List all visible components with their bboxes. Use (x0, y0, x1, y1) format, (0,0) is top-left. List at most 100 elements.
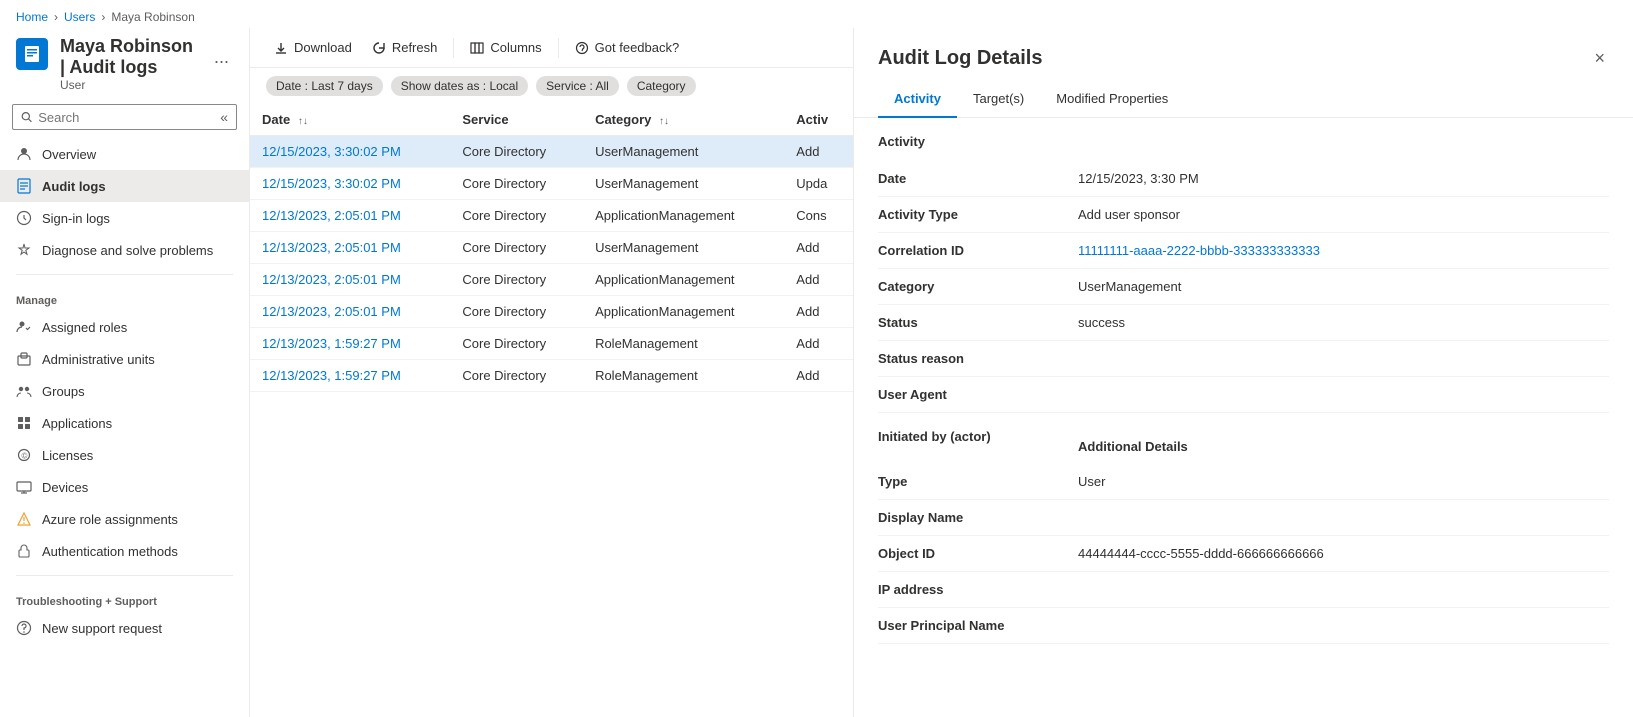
sidebar-item-groups[interactable]: Groups (0, 375, 249, 407)
cell-activity: Add (784, 360, 853, 392)
audit-panel: Download Refresh Columns Got feedback? (250, 28, 853, 717)
sidebar-item-licenses[interactable]: © Licenses (0, 439, 249, 471)
detail-row-object-id: Object ID 44444444-cccc-5555-dddd-666666… (878, 536, 1609, 572)
cell-service: Core Directory (450, 136, 583, 168)
sort-icon-date: ↑↓ (298, 116, 308, 127)
sidebar-item-auth-methods[interactable]: Authentication methods (0, 535, 249, 567)
detail-row-type: Type User (878, 464, 1609, 500)
feedback-button[interactable]: Got feedback? (567, 36, 688, 59)
filter-date[interactable]: Date : Last 7 days (266, 76, 383, 96)
activity-section-title: Activity (878, 118, 1609, 161)
sidebar-item-devices[interactable]: Devices (0, 471, 249, 503)
table-row[interactable]: 12/13/2023, 2:05:01 PM Core Directory Ap… (250, 296, 853, 328)
filter-bar: Date : Last 7 days Show dates as : Local… (250, 68, 853, 104)
sidebar-header: Maya Robinson | Audit logs ... User (0, 28, 249, 104)
cell-activity: Add (784, 328, 853, 360)
manage-section-label: Manage (0, 283, 249, 311)
sidebar-item-assigned-roles[interactable]: Assigned roles (0, 311, 249, 343)
content-area: Download Refresh Columns Got feedback? (250, 28, 1633, 717)
table-row[interactable]: 12/13/2023, 1:59:27 PM Core Directory Ro… (250, 328, 853, 360)
search-input[interactable] (38, 110, 214, 125)
cell-category: RoleManagement (583, 328, 784, 360)
cell-date: 12/13/2023, 2:05:01 PM (250, 264, 450, 296)
cell-category: UserManagement (583, 136, 784, 168)
table-body: 12/15/2023, 3:30:02 PM Core Directory Us… (250, 136, 853, 392)
support-icon (16, 620, 32, 636)
table-row[interactable]: 12/13/2023, 2:05:01 PM Core Directory Ap… (250, 200, 853, 232)
sidebar-item-admin-units[interactable]: Administrative units (0, 343, 249, 375)
tab-targets[interactable]: Target(s) (957, 81, 1040, 118)
cell-activity: Add (784, 232, 853, 264)
cell-service: Core Directory (450, 296, 583, 328)
audit-logs-icon (16, 178, 32, 194)
groups-icon (16, 383, 32, 399)
table-row[interactable]: 12/13/2023, 2:05:01 PM Core Directory Us… (250, 232, 853, 264)
tab-activity[interactable]: Activity (878, 81, 957, 118)
cell-category: ApplicationManagement (583, 296, 784, 328)
overview-icon (16, 146, 32, 162)
search-icon (21, 110, 32, 124)
table-row[interactable]: 12/13/2023, 1:59:27 PM Core Directory Ro… (250, 360, 853, 392)
diagnose-icon (16, 242, 32, 258)
cell-service: Core Directory (450, 328, 583, 360)
cell-date: 12/13/2023, 2:05:01 PM (250, 296, 450, 328)
detail-tabs: Activity Target(s) Modified Properties (854, 81, 1633, 118)
cell-activity: Add (784, 136, 853, 168)
col-category[interactable]: Category ↑↓ (583, 104, 784, 136)
filter-show-dates[interactable]: Show dates as : Local (391, 76, 528, 96)
detail-row-upn: User Principal Name (878, 608, 1609, 644)
cell-activity: Add (784, 264, 853, 296)
table-row[interactable]: 12/15/2023, 3:30:02 PM Core Directory Us… (250, 136, 853, 168)
detail-header: Audit Log Details × (854, 28, 1633, 73)
sidebar-item-azure-roles[interactable]: Azure role assignments (0, 503, 249, 535)
cell-date: 12/15/2023, 3:30:02 PM (250, 168, 450, 200)
more-button[interactable]: ... (210, 47, 233, 68)
cell-service: Core Directory (450, 232, 583, 264)
table-row[interactable]: 12/15/2023, 3:30:02 PM Core Directory Us… (250, 168, 853, 200)
search-box[interactable]: « (12, 104, 237, 130)
detail-panel: Audit Log Details × Activity Target(s) M… (853, 28, 1633, 717)
detail-row-status-reason: Status reason (878, 341, 1609, 377)
detail-row-correlation-id: Correlation ID 11111111-aaaa-2222-bbbb-3… (878, 233, 1609, 269)
filter-service[interactable]: Service : All (536, 76, 619, 96)
collapse-button[interactable]: « (220, 109, 228, 125)
columns-icon (470, 41, 484, 55)
columns-button[interactable]: Columns (462, 36, 549, 59)
refresh-button[interactable]: Refresh (364, 36, 446, 59)
detail-row-ip: IP address (878, 572, 1609, 608)
col-date[interactable]: Date ↑↓ (250, 104, 450, 136)
download-button[interactable]: Download (266, 36, 360, 59)
auth-icon (16, 543, 32, 559)
detail-row-date: Date 12/15/2023, 3:30 PM (878, 161, 1609, 197)
licenses-icon: © (16, 447, 32, 463)
table-row[interactable]: 12/13/2023, 2:05:01 PM Core Directory Ap… (250, 264, 853, 296)
sort-icon-category: ↑↓ (659, 116, 669, 127)
col-activity[interactable]: Activ (784, 104, 853, 136)
page-title: Maya Robinson | Audit logs ... (60, 36, 233, 78)
col-service[interactable]: Service (450, 104, 583, 136)
breadcrumb-home[interactable]: Home (16, 10, 48, 24)
tab-modified[interactable]: Modified Properties (1040, 81, 1184, 118)
sidebar-item-support[interactable]: New support request (0, 612, 249, 644)
sidebar-item-audit-logs[interactable]: Audit logs (0, 170, 249, 202)
cell-activity: Cons (784, 200, 853, 232)
cell-service: Core Directory (450, 200, 583, 232)
additional-details-button[interactable]: Additional Details (1078, 429, 1188, 454)
sidebar-item-signin-logs[interactable]: Sign-in logs (0, 202, 249, 234)
sidebar-item-applications[interactable]: Applications (0, 407, 249, 439)
breadcrumb: Home › Users › Maya Robinson (0, 0, 1633, 28)
sidebar-item-overview[interactable]: Overview (0, 138, 249, 170)
cell-date: 12/13/2023, 1:59:27 PM (250, 328, 450, 360)
sidebar-item-diagnose[interactable]: Diagnose and solve problems (0, 234, 249, 266)
detail-row-status: Status success (878, 305, 1609, 341)
breadcrumb-current: Maya Robinson (111, 10, 194, 24)
troubleshoot-label: Troubleshooting + Support (0, 584, 249, 612)
filter-category[interactable]: Category (627, 76, 696, 96)
cell-activity: Upda (784, 168, 853, 200)
cell-date: 12/13/2023, 2:05:01 PM (250, 232, 450, 264)
close-button[interactable]: × (1590, 44, 1609, 73)
devices-icon (16, 479, 32, 495)
breadcrumb-users[interactable]: Users (64, 10, 95, 24)
detail-row-user-agent: User Agent (878, 377, 1609, 413)
admin-icon (16, 351, 32, 367)
